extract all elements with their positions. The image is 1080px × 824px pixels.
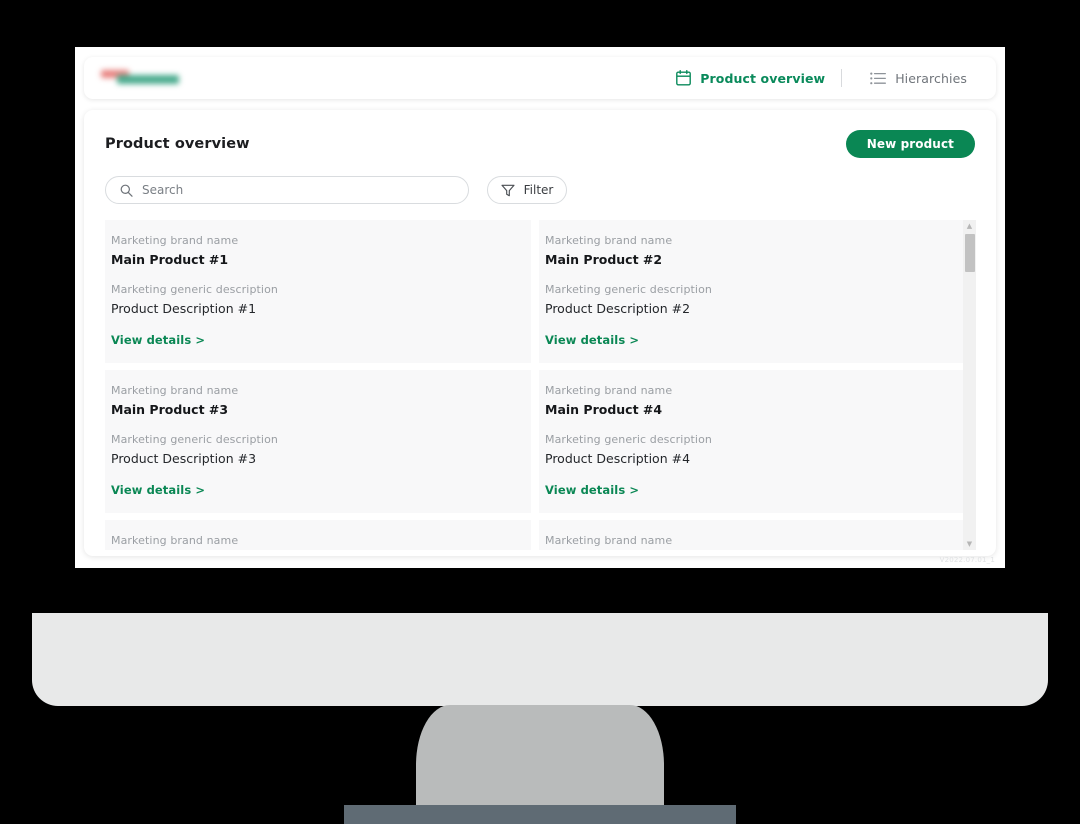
monitor-mockup: Product overview Hierarchies Product ove… [0,0,1080,824]
search-input[interactable] [142,183,454,197]
view-details-link[interactable]: View details > [545,333,959,347]
brand-name-label: Marketing brand name [111,384,239,397]
brand-name-value: Main Product #4 [545,402,663,417]
monitor-neck [416,705,664,808]
brand-name-value: Main Product #2 [545,252,663,267]
product-card[interactable]: Marketing brand name Main Product #3 Mar… [105,370,531,513]
nav-item-product-overview[interactable]: Product overview [662,62,839,94]
product-card[interactable]: Marketing brand name Main Product #5 Mar… [105,520,531,550]
app-navbar: Product overview Hierarchies [84,57,996,99]
brand-name-label: Marketing brand name [111,534,239,547]
scroll-up-arrow-icon[interactable]: ▲ [963,220,976,232]
description-value: Product Description #3 [111,451,257,466]
brand-name-value: Main Product #3 [111,402,229,417]
brand-name-label: Marketing brand name [545,234,673,247]
version-stamp: V2022.07.01_1 [939,556,995,564]
product-list-viewport: Marketing brand name Main Product #1 Mar… [105,220,976,550]
screen: Product overview Hierarchies Product ove… [75,47,1005,568]
view-details-link[interactable]: View details > [545,483,959,497]
list-icon [870,72,887,85]
description-value: Product Description #2 [545,301,691,316]
content-card: Product overview New product Search Filt… [84,110,996,556]
search-field[interactable] [105,176,469,204]
description-value: Product Description #1 [111,301,257,316]
navbar-divider [841,69,843,87]
company-logo[interactable] [99,69,183,87]
product-grid: Marketing brand name Main Product #1 Mar… [105,220,965,550]
product-card[interactable]: Marketing brand name Main Product #2 Mar… [539,220,965,363]
vertical-scrollbar[interactable]: ▲ ▼ [963,220,976,550]
brand-name-label: Marketing brand name [111,234,239,247]
navbar-items: Product overview Hierarchies [662,62,981,94]
brand-name-value: Main Product #1 [111,252,229,267]
monitor-base [344,805,736,824]
view-details-link[interactable]: View details > [111,483,525,497]
scrollbar-thumb[interactable] [965,234,975,272]
description-label: Marketing generic description [545,283,712,296]
calendar-icon [676,70,692,86]
product-card[interactable]: Marketing brand name Main Product #1 Mar… [105,220,531,363]
monitor-chin [32,613,1048,706]
toolbar: Filter [105,176,975,204]
brand-name-label: Marketing brand name [545,384,673,397]
new-product-button[interactable]: New product [845,130,975,158]
description-label: Marketing generic description [545,433,712,446]
description-label: Marketing generic description [111,433,278,446]
scroll-down-arrow-icon[interactable]: ▼ [963,538,976,550]
filter-label: Filter [523,183,554,197]
funnel-icon [501,184,515,197]
nav-item-label: Hierarchies [895,70,967,86]
logo-wordmark [117,75,179,84]
nav-item-label: Product overview [700,70,826,86]
description-label: Marketing generic description [111,283,278,296]
search-icon [120,184,133,197]
description-value: Product Description #4 [545,451,691,466]
product-card[interactable]: Marketing brand name Main Product #6 Mar… [539,520,965,550]
brand-name-label: Marketing brand name [545,534,673,547]
product-card[interactable]: Marketing brand name Main Product #4 Mar… [539,370,965,513]
card-header: Product overview New product [105,129,975,159]
nav-item-hierarchies[interactable]: Hierarchies [856,62,981,94]
view-details-link[interactable]: View details > [111,333,525,347]
filter-button[interactable]: Filter [487,176,567,204]
page-title: Product overview [105,136,250,152]
